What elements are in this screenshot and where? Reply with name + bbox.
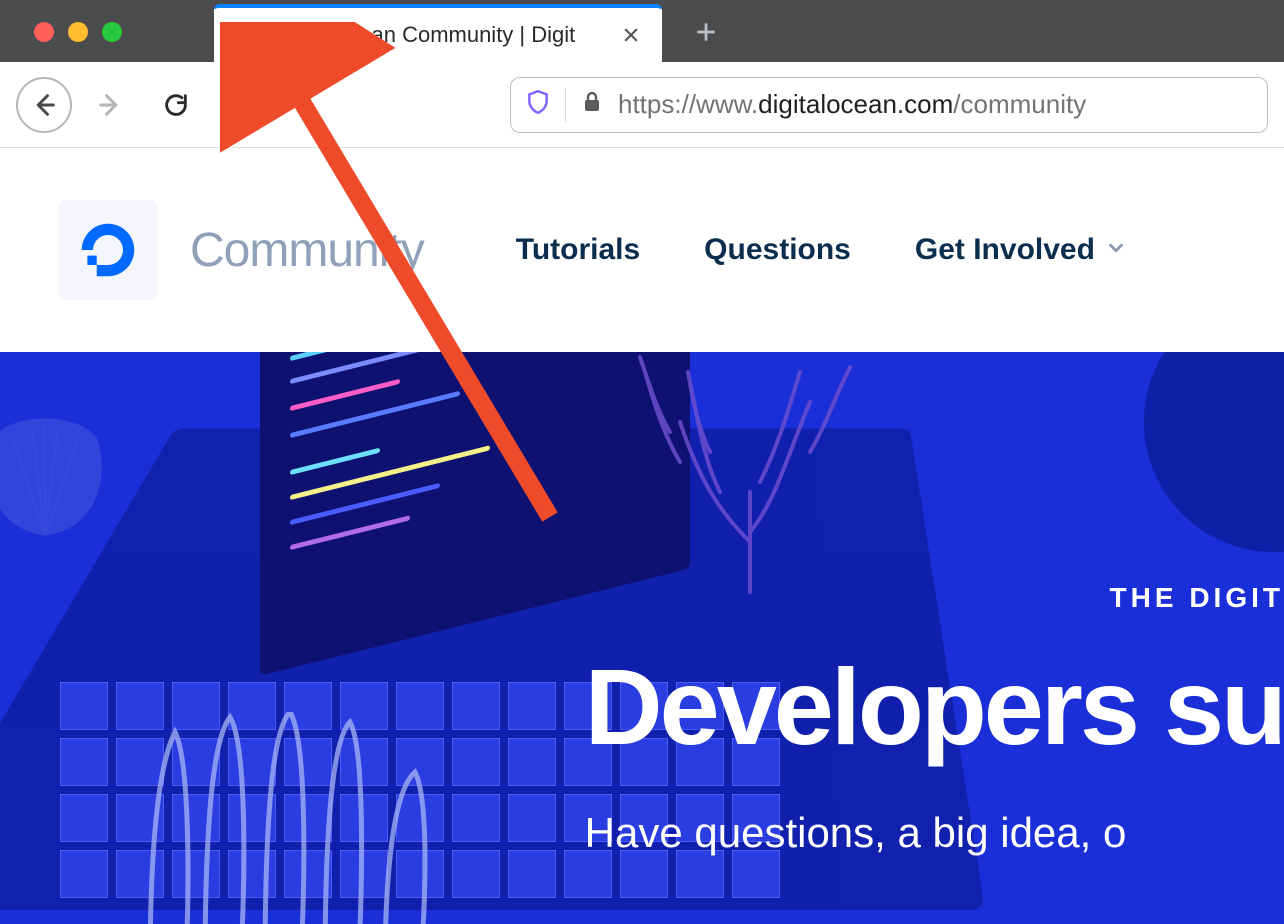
main-nav: Tutorials Questions Get Involved [516, 233, 1127, 267]
lock-icon[interactable] [580, 90, 604, 119]
site-logo[interactable] [58, 200, 158, 300]
hero-heading: Developers su [585, 644, 1284, 769]
url-host: digitalocean.com [758, 89, 953, 119]
nav-tutorials[interactable]: Tutorials [516, 233, 640, 267]
hero-section: THE DIGIT Developers su Have questions, … [0, 352, 1284, 924]
address-bar[interactable]: https://www.digitalocean.com/community [510, 77, 1268, 133]
hero-subheading: Have questions, a big idea, o [585, 809, 1284, 857]
coral-illustration-icon [610, 352, 890, 607]
seashell-illustration-icon [0, 412, 110, 547]
hero-eyebrow: THE DIGIT [585, 582, 1284, 614]
browser-tab-active[interactable]: DigitalOcean Community | Digit [214, 4, 662, 62]
reload-button[interactable] [148, 77, 204, 133]
site-header: Community Tutorials Questions Get Involv… [0, 148, 1284, 352]
nav-questions[interactable]: Questions [704, 233, 851, 267]
hero-text: THE DIGIT Developers su Have questions, … [585, 582, 1284, 857]
tracking-protection-icon[interactable] [525, 89, 551, 120]
hero-illustration-dish [1144, 352, 1284, 552]
browser-tab-bar: DigitalOcean Community | Digit [0, 0, 1284, 62]
window-close-button[interactable] [34, 22, 54, 42]
url-path: /community [953, 89, 1086, 119]
back-button[interactable] [16, 77, 72, 133]
window-zoom-button[interactable] [102, 22, 122, 42]
hand-illustration-icon [130, 712, 550, 924]
window-controls [34, 22, 122, 42]
nav-get-involved-label: Get Involved [915, 233, 1095, 267]
nav-questions-label: Questions [704, 233, 851, 267]
new-tab-button[interactable] [686, 12, 726, 52]
site-title[interactable]: Community [190, 223, 424, 278]
page-content: Community Tutorials Questions Get Involv… [0, 148, 1284, 924]
forward-button[interactable] [82, 77, 138, 133]
tab-close-button[interactable] [618, 22, 644, 48]
chevron-down-icon [1105, 233, 1127, 267]
window-minimize-button[interactable] [68, 22, 88, 42]
home-button[interactable] [214, 77, 270, 133]
browser-nav-bar: https://www.digitalocean.com/community [0, 62, 1284, 148]
url-prefix: https://www. [618, 89, 758, 119]
address-divider [565, 88, 566, 122]
nav-tutorials-label: Tutorials [516, 233, 640, 267]
url-display: https://www.digitalocean.com/community [618, 89, 1086, 120]
tab-title: DigitalOcean Community | Digit [270, 22, 604, 48]
digitalocean-favicon-icon [232, 23, 256, 47]
nav-get-involved[interactable]: Get Involved [915, 233, 1127, 267]
